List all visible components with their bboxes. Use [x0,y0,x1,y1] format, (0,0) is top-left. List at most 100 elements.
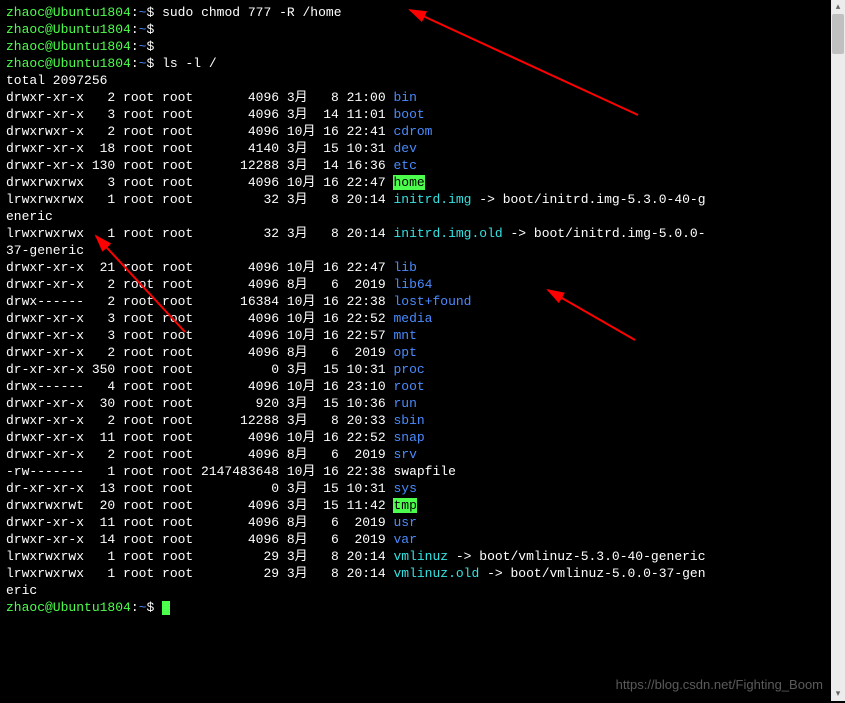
file-name: var [393,532,416,547]
command-line-current: zhaoc@Ubuntu1804:~$ [6,599,825,616]
ls-row: drwxr-xr-x 3 root root 4096 10月 16 22:52… [6,310,825,327]
ls-row: dr-xr-xr-x 350 root root 0 3月 15 10:31 p… [6,361,825,378]
prompt-colon: : [131,5,139,20]
command-line: zhaoc@Ubuntu1804:~$ ls -l / [6,55,825,72]
terminal-output[interactable]: zhaoc@Ubuntu1804:~$ sudo chmod 777 -R /h… [0,0,831,701]
file-name: media [393,311,432,326]
prompt-colon: : [131,56,139,71]
file-name: lib [393,260,416,275]
ls-row-meta: drwxrwxrwt 20 root root 4096 3月 15 11:42 [6,498,393,513]
ls-row: drwxrwxrwt 20 root root 4096 3月 15 11:42… [6,497,825,514]
prompt-symbol: $ [146,22,162,37]
prompt-symbol: $ [146,600,162,615]
prompt-user-host: zhaoc@Ubuntu1804 [6,5,131,20]
file-name: root [393,379,424,394]
ls-row-meta: drwxrwxr-x 2 root root 4096 10月 16 22:41 [6,124,393,139]
file-name: initrd.img.old [393,226,502,241]
ls-row: dr-xr-xr-x 13 root root 0 3月 15 10:31 sy… [6,480,825,497]
ls-row: drwxr-xr-x 2 root root 4096 8月 6 2019 li… [6,276,825,293]
file-name: swapfile [393,464,455,479]
ls-row: drwx------ 2 root root 16384 10月 16 22:3… [6,293,825,310]
prompt-colon: : [131,22,139,37]
ls-row: lrwxrwxrwx 1 root root 32 3月 8 20:14 ini… [6,225,825,242]
ls-row-meta: drwx------ 4 root root 4096 10月 16 23:10 [6,379,393,394]
ls-row: drwxr-xr-x 2 root root 12288 3月 8 20:33 … [6,412,825,429]
command-text: sudo chmod 777 -R /home [162,5,341,20]
file-name: mnt [393,328,416,343]
ls-row: drwxr-xr-x 3 root root 4096 10月 16 22:57… [6,327,825,344]
ls-row-meta: drwxr-xr-x 18 root root 4140 3月 15 10:31 [6,141,393,156]
ls-row-meta: drwxr-xr-x 130 root root 12288 3月 14 16:… [6,158,393,173]
file-name: cdrom [393,124,432,139]
ls-row-meta: -rw------- 1 root root 2147483648 10月 16… [6,464,393,479]
file-name: sys [393,481,416,496]
ls-row-meta: drwxr-xr-x 3 root root 4096 3月 14 11:01 [6,107,393,122]
ls-row-meta: drwxr-xr-x 2 root root 12288 3月 8 20:33 [6,413,393,428]
ls-row-wrap: eric [6,582,825,599]
ls-row-meta: drwxr-xr-x 30 root root 920 3月 15 10:36 [6,396,393,411]
ls-row-meta: lrwxrwxrwx 1 root root 32 3月 8 20:14 [6,226,393,241]
ls-row-meta: lrwxrwxrwx 1 root root 29 3月 8 20:14 [6,549,393,564]
ls-total-line: total 2097256 [6,72,825,89]
ls-row: -rw------- 1 root root 2147483648 10月 16… [6,463,825,480]
ls-row-meta: drwxr-xr-x 3 root root 4096 10月 16 22:57 [6,328,393,343]
ls-row-meta: dr-xr-xr-x 350 root root 0 3月 15 10:31 [6,362,393,377]
file-name: usr [393,515,416,530]
command-text: ls -l / [162,56,217,71]
ls-row: drwxr-xr-x 2 root root 4096 3月 8 21:00 b… [6,89,825,106]
file-name: initrd.img [393,192,471,207]
file-name: vmlinuz.old [393,566,479,581]
ls-row: drwxr-xr-x 11 root root 4096 8月 6 2019 u… [6,514,825,531]
scrollbar-thumb[interactable] [832,14,844,54]
ls-row-meta: drwxr-xr-x 11 root root 4096 10月 16 22:5… [6,430,393,445]
scroll-up-icon[interactable]: ▴ [831,0,845,14]
prompt-colon: : [131,39,139,54]
prompt-symbol: $ [146,39,162,54]
file-name: opt [393,345,416,360]
file-name: snap [393,430,424,445]
ls-row-meta: drwxr-xr-x 2 root root 4096 8月 6 2019 [6,277,393,292]
ls-row-meta: drwxrwxrwx 3 root root 4096 10月 16 22:47 [6,175,393,190]
scroll-down-icon[interactable]: ▾ [831,687,845,701]
ls-row-meta: drwxr-xr-x 21 root root 4096 10月 16 22:4… [6,260,393,275]
ls-row-meta: lrwxrwxrwx 1 root root 29 3月 8 20:14 [6,566,393,581]
prompt-user-host: zhaoc@Ubuntu1804 [6,56,131,71]
prompt-user-host: zhaoc@Ubuntu1804 [6,22,131,37]
ls-row: lrwxrwxrwx 1 root root 29 3月 8 20:14 vml… [6,548,825,565]
ls-row: drwxr-xr-x 18 root root 4140 3月 15 10:31… [6,140,825,157]
cursor-icon [162,601,170,615]
file-name: bin [393,90,416,105]
ls-row-meta: dr-xr-xr-x 13 root root 0 3月 15 10:31 [6,481,393,496]
ls-row: drwxr-xr-x 2 root root 4096 8月 6 2019 op… [6,344,825,361]
file-name: srv [393,447,416,462]
symlink-target: -> boot/initrd.img-5.3.0-40-g [471,192,705,207]
ls-row-wrap: 37-generic [6,242,825,259]
symlink-target: -> boot/vmlinuz-5.0.0-37-gen [479,566,705,581]
ls-row: drwx------ 4 root root 4096 10月 16 23:10… [6,378,825,395]
command-line: zhaoc@Ubuntu1804:~$ [6,21,825,38]
ls-row-meta: drwx------ 2 root root 16384 10月 16 22:3… [6,294,393,309]
file-name: etc [393,158,416,173]
file-name: sbin [393,413,424,428]
command-line: zhaoc@Ubuntu1804:~$ sudo chmod 777 -R /h… [6,4,825,21]
dir-name-highlight: home [393,175,424,190]
ls-row-meta: drwxr-xr-x 2 root root 4096 8月 6 2019 [6,345,393,360]
prompt-symbol: $ [146,5,162,20]
vertical-scrollbar[interactable]: ▴ ▾ [831,0,845,701]
ls-row: drwxr-xr-x 11 root root 4096 10月 16 22:5… [6,429,825,446]
ls-row: drwxrwxr-x 2 root root 4096 10月 16 22:41… [6,123,825,140]
ls-row-meta: lrwxrwxrwx 1 root root 32 3月 8 20:14 [6,192,393,207]
ls-row-meta: drwxr-xr-x 14 root root 4096 8月 6 2019 [6,532,393,547]
ls-row: drwxr-xr-x 130 root root 12288 3月 14 16:… [6,157,825,174]
ls-row-meta: drwxr-xr-x 2 root root 4096 8月 6 2019 [6,447,393,462]
dir-name-highlight: tmp [393,498,416,513]
file-name: boot [393,107,424,122]
symlink-target: -> boot/initrd.img-5.0.0- [503,226,706,241]
ls-row: lrwxrwxrwx 1 root root 29 3月 8 20:14 vml… [6,565,825,582]
symlink-target: -> boot/vmlinuz-5.3.0-40-generic [448,549,705,564]
ls-row: drwxr-xr-x 14 root root 4096 8月 6 2019 v… [6,531,825,548]
ls-row: drwxrwxrwx 3 root root 4096 10月 16 22:47… [6,174,825,191]
file-name: run [393,396,416,411]
prompt-symbol: $ [146,56,162,71]
ls-row: drwxr-xr-x 30 root root 920 3月 15 10:36 … [6,395,825,412]
